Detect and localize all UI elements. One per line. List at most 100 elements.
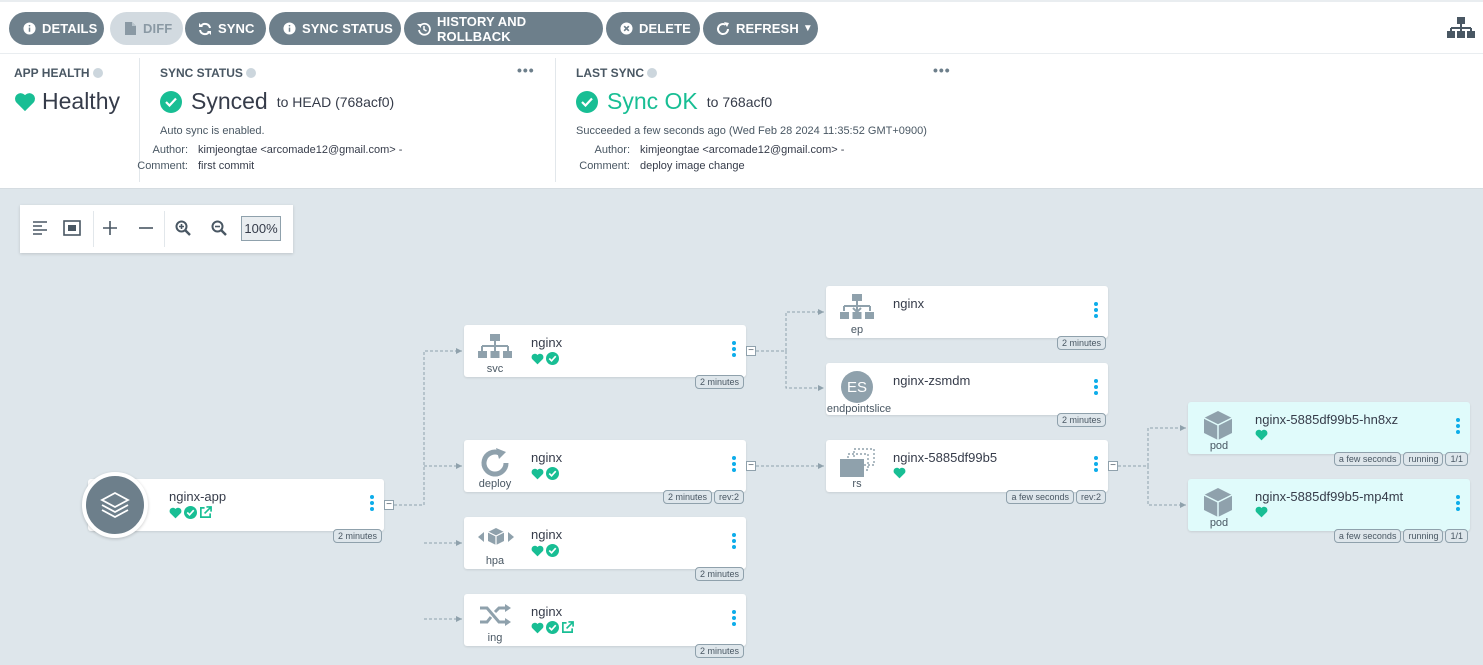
node-tags: 2 minutes bbox=[1056, 336, 1106, 350]
delete-label: DELETE bbox=[639, 21, 691, 36]
age-tag: a few seconds bbox=[1006, 490, 1074, 504]
ep-kind: ep bbox=[826, 286, 888, 338]
help-icon[interactable] bbox=[647, 68, 658, 78]
node-name: nginx-5885df99b5-hn8xz bbox=[1255, 412, 1399, 427]
comment-value: deploy image change bbox=[640, 160, 745, 172]
check-circle-icon bbox=[546, 544, 559, 557]
kind-label: rs bbox=[852, 478, 862, 490]
last-sync-more-button[interactable]: ••• bbox=[933, 62, 951, 78]
sync-icon bbox=[198, 22, 212, 36]
zoom-level[interactable]: 100% bbox=[241, 216, 281, 241]
kind-label: hpa bbox=[485, 555, 505, 567]
collapse-toggle[interactable]: − bbox=[746, 461, 756, 471]
comment-value: first commit bbox=[198, 160, 255, 172]
app-node-tags: 2 minutes bbox=[332, 529, 382, 543]
last-sync-value: Sync OK to 768acf0 bbox=[576, 88, 772, 115]
node-tags: 2 minutes bbox=[1056, 413, 1106, 427]
minus-icon[interactable] bbox=[135, 217, 157, 239]
node-status bbox=[531, 467, 559, 480]
sync-status-more-button[interactable]: ••• bbox=[517, 62, 535, 78]
node-menu-button[interactable] bbox=[732, 533, 736, 551]
collapse-toggle[interactable]: − bbox=[1108, 461, 1118, 471]
app-node-menu-button[interactable] bbox=[370, 495, 374, 511]
ingress-icon bbox=[480, 604, 511, 626]
info-icon bbox=[282, 22, 296, 36]
ep-node[interactable]: ep nginx 2 minutes bbox=[826, 286, 1108, 350]
pod-kind: pod bbox=[1188, 402, 1250, 454]
pod-icon bbox=[1203, 411, 1233, 440]
age-tag: a few seconds bbox=[1333, 452, 1402, 466]
node-tags: a few seconds rev:2 bbox=[1006, 490, 1106, 504]
pod-node[interactable]: pod nginx-5885df99b5-hn8xz a few seconds… bbox=[1188, 402, 1470, 466]
details-button[interactable]: DETAILS bbox=[9, 12, 104, 45]
details-label: DETAILS bbox=[42, 21, 98, 36]
sync-revision[interactable]: to HEAD (768acf0) bbox=[277, 94, 395, 110]
node-tags: 2 minutes rev:2 bbox=[662, 490, 744, 504]
history-label: HISTORY AND ROLLBACK bbox=[437, 13, 527, 44]
diff-label: DIFF bbox=[143, 21, 173, 36]
collapse-toggle[interactable]: − bbox=[384, 500, 394, 510]
author-value: kimjeongtae <arcomade12@gmail.com> - bbox=[198, 144, 403, 156]
node-menu-button[interactable] bbox=[1456, 418, 1460, 436]
last-sync-revision[interactable]: to 768acf0 bbox=[707, 94, 772, 110]
node-name: nginx bbox=[893, 296, 925, 311]
node-tags: a few seconds running 1/1 bbox=[1333, 529, 1468, 543]
heart-icon bbox=[1255, 429, 1268, 441]
node-menu-button[interactable] bbox=[1094, 379, 1098, 397]
sync-button[interactable]: SYNC bbox=[185, 12, 266, 45]
fit-to-screen-icon[interactable] bbox=[61, 217, 83, 239]
ing-kind: ing bbox=[464, 594, 526, 646]
info-icon bbox=[22, 22, 36, 36]
pod-node[interactable]: pod nginx-5885df99b5-mp4mt a few seconds… bbox=[1188, 479, 1470, 543]
top-toolbar: DETAILS DIFF SYNC SYNC STATUS HISTORY AN… bbox=[0, 0, 1483, 54]
node-menu-button[interactable] bbox=[732, 456, 736, 474]
autoscaler-icon bbox=[478, 528, 514, 545]
refresh-button[interactable]: REFRESH ▼ bbox=[703, 12, 818, 45]
external-link-icon[interactable] bbox=[199, 506, 212, 519]
status-panel: APP HEALTH Healthy SYNC STATUS ••• Synce… bbox=[0, 54, 1483, 189]
node-menu-button[interactable] bbox=[732, 610, 736, 628]
check-circle-icon bbox=[546, 352, 559, 365]
delete-button[interactable]: DELETE bbox=[606, 12, 700, 45]
app-node-name: nginx-app bbox=[169, 489, 227, 504]
graph-controls: 100% bbox=[20, 205, 293, 253]
last-sync-author-row: Author: kimjeongtae <arcomade12@gmail.com… bbox=[566, 144, 845, 156]
age-tag: 2 minutes bbox=[332, 529, 382, 543]
plus-icon[interactable] bbox=[99, 217, 121, 239]
ing-node[interactable]: ing nginx 2 minutes bbox=[464, 594, 746, 658]
chevron-down-icon: ▼ bbox=[802, 23, 813, 34]
node-name: nginx-5885df99b5-mp4mt bbox=[1255, 489, 1404, 504]
node-menu-button[interactable] bbox=[732, 341, 736, 359]
zoom-out-icon[interactable] bbox=[208, 217, 230, 239]
external-link-icon[interactable] bbox=[561, 621, 574, 634]
zoom-in-icon[interactable] bbox=[172, 217, 194, 239]
hpa-node[interactable]: hpa nginx 2 minutes bbox=[464, 517, 746, 581]
kind-label: deploy bbox=[478, 478, 512, 490]
node-status bbox=[1255, 429, 1268, 441]
node-status bbox=[1255, 506, 1268, 518]
collapse-toggle[interactable]: − bbox=[746, 346, 756, 356]
sync-label: SYNC bbox=[218, 21, 255, 36]
node-menu-button[interactable] bbox=[1094, 302, 1098, 320]
kind-label: ep bbox=[850, 324, 864, 336]
service-icon bbox=[478, 334, 512, 358]
age-tag: 2 minutes bbox=[694, 644, 744, 658]
sync-status-button[interactable]: SYNC STATUS bbox=[269, 12, 401, 45]
check-circle-icon bbox=[184, 506, 197, 519]
sync-author-row: Author: kimjeongtae <arcomade12@gmail.com… bbox=[124, 144, 403, 156]
history-rollback-button[interactable]: HISTORY AND ROLLBACK bbox=[404, 12, 603, 45]
file-icon bbox=[123, 22, 137, 36]
deploy-node[interactable]: deploy nginx 2 minutes rev:2 bbox=[464, 440, 746, 504]
endpointslice-node[interactable]: ES endpointslice nginx-zsmdm 2 minutes bbox=[826, 363, 1108, 427]
synced-label: Synced bbox=[191, 88, 268, 114]
node-menu-button[interactable] bbox=[1456, 495, 1460, 513]
diff-button[interactable]: DIFF bbox=[110, 12, 183, 45]
node-menu-button[interactable] bbox=[1094, 456, 1098, 474]
svc-node[interactable]: svc nginx 2 minutes bbox=[464, 325, 746, 389]
help-icon[interactable] bbox=[245, 68, 256, 78]
help-icon[interactable] bbox=[92, 68, 103, 78]
align-left-icon[interactable] bbox=[29, 217, 51, 239]
rs-kind: rs bbox=[826, 440, 888, 492]
rs-node[interactable]: rs nginx-5885df99b5 a few seconds rev:2 bbox=[826, 440, 1108, 504]
tree-view-icon[interactable] bbox=[1447, 17, 1475, 39]
